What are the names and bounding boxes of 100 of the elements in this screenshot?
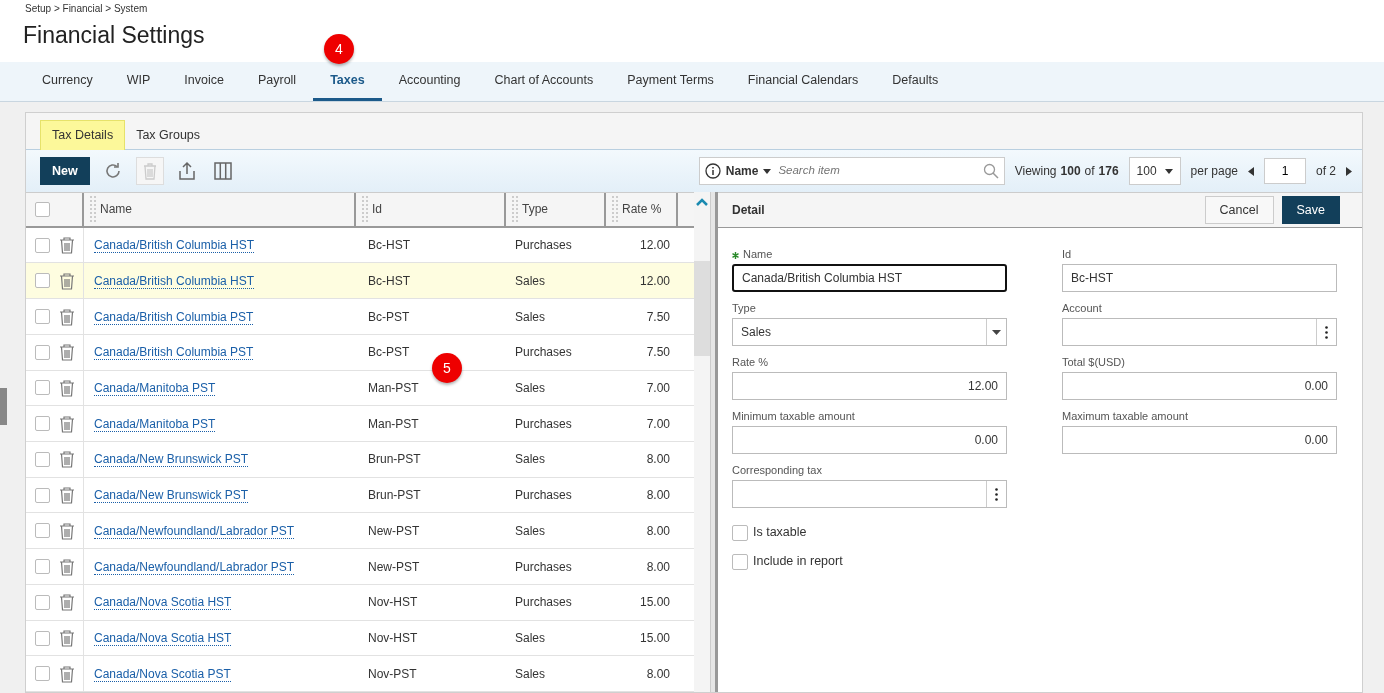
- drag-handle-icon[interactable]: [512, 196, 518, 223]
- drag-handle-icon[interactable]: [612, 196, 618, 223]
- row-checkbox[interactable]: [35, 416, 50, 432]
- page-size-select[interactable]: 100: [1128, 157, 1181, 185]
- name-link[interactable]: Canada/British Columbia HST: [94, 238, 255, 254]
- tab[interactable]: Chart of Accounts: [477, 62, 611, 101]
- name-link[interactable]: Canada/British Columbia HST: [94, 273, 255, 289]
- checkbox[interactable]: [732, 524, 748, 541]
- lookup-field[interactable]: [732, 480, 1007, 508]
- select-field[interactable]: Sales: [732, 318, 1007, 346]
- lookup-field[interactable]: [1062, 318, 1337, 346]
- table-cell-text: Sales: [514, 522, 547, 540]
- row-checkbox[interactable]: [35, 273, 50, 289]
- scroll-up-icon[interactable]: [696, 198, 708, 206]
- search-icon[interactable]: [982, 163, 999, 179]
- name-link[interactable]: Canada/Newfoundland/Labrador PST: [94, 559, 295, 575]
- drag-handle-icon[interactable]: [90, 196, 96, 223]
- field-label: Rate %: [732, 355, 770, 370]
- input-field[interactable]: 12.00: [732, 372, 1007, 400]
- table-cell-text: 8.00: [645, 558, 671, 576]
- name-link[interactable]: Canada/New Brunswick PST: [94, 488, 249, 504]
- tab[interactable]: Defaults: [875, 62, 956, 101]
- row-checkbox[interactable]: [35, 451, 50, 467]
- caret-icon[interactable]: [992, 329, 1001, 335]
- tab[interactable]: Payment Terms: [610, 62, 731, 101]
- delete-icon[interactable]: [59, 307, 75, 326]
- tab[interactable]: Financial Calendars: [730, 62, 876, 101]
- column-header[interactable]: Name: [100, 200, 132, 219]
- delete-icon[interactable]: [59, 378, 75, 397]
- row-checkbox[interactable]: [35, 380, 50, 396]
- table-cell-text: Purchases: [514, 237, 573, 255]
- table-cell-text: Sales: [514, 379, 547, 397]
- input-field[interactable]: Bc-HST: [1062, 264, 1337, 292]
- delete-icon[interactable]: [59, 593, 75, 612]
- input-field[interactable]: 0.00: [732, 426, 1007, 454]
- delete-icon[interactable]: [59, 557, 75, 576]
- new-button[interactable]: New: [40, 157, 90, 185]
- delete-icon[interactable]: [59, 236, 75, 255]
- splitter-handle[interactable]: [710, 192, 718, 692]
- row-checkbox[interactable]: [35, 523, 50, 539]
- cancel-button[interactable]: Cancel: [1204, 196, 1274, 224]
- name-link[interactable]: Canada/Nova Scotia HST: [94, 631, 232, 646]
- tab[interactable]: WIP: [109, 62, 168, 101]
- search-by-dropdown[interactable]: Name: [725, 162, 759, 180]
- search-field[interactable]: Name Search item: [698, 157, 1005, 185]
- column-header[interactable]: Type: [522, 200, 548, 219]
- page-field[interactable]: 1: [1264, 158, 1306, 184]
- tab[interactable]: Tax Groups: [125, 120, 212, 150]
- column-header[interactable]: Id: [372, 200, 382, 219]
- input-field[interactable]: Canada/British Columbia HST: [732, 264, 1007, 292]
- selected-row[interactable]: Canada/British Columbia HST Bc-HST Sales 12.00: [26, 263, 694, 300]
- delete-icon[interactable]: [59, 414, 75, 433]
- input-field[interactable]: 0.00: [1062, 426, 1337, 454]
- name-link[interactable]: Canada/British Columbia PST: [94, 345, 254, 361]
- row-checkbox[interactable]: [35, 666, 50, 682]
- delete-icon[interactable]: [59, 521, 75, 540]
- tab[interactable]: Currency: [25, 62, 110, 101]
- scrollbar-thumb[interactable]: [694, 261, 710, 356]
- delete-icon[interactable]: [59, 486, 75, 505]
- row-checkbox[interactable]: [35, 344, 50, 360]
- tab[interactable]: Payroll: [240, 62, 314, 101]
- tab[interactable]: Tax Details: [40, 120, 126, 150]
- more-icon[interactable]: [995, 487, 998, 501]
- tab[interactable]: Invoice: [167, 62, 241, 101]
- delete-icon[interactable]: [59, 629, 75, 647]
- name-link[interactable]: Canada/Manitoba PST: [94, 416, 216, 432]
- row-checkbox[interactable]: [35, 487, 50, 503]
- column-header[interactable]: Rate %: [622, 200, 662, 219]
- next-page-icon[interactable]: [1346, 166, 1352, 176]
- collapse-handle[interactable]: [0, 388, 7, 425]
- of-label: of: [1084, 163, 1095, 180]
- name-link[interactable]: Canada/Nova Scotia PST: [94, 666, 231, 682]
- save-button[interactable]: Save: [1281, 196, 1340, 224]
- row-checkbox[interactable]: [35, 594, 50, 610]
- info-icon[interactable]: [704, 163, 721, 179]
- field-label: Corresponding tax: [732, 463, 823, 478]
- drag-handle-icon[interactable]: [362, 196, 368, 223]
- name-link[interactable]: Canada/British Columbia PST: [94, 309, 254, 325]
- row-checkbox[interactable]: [35, 559, 50, 575]
- more-icon[interactable]: [1325, 325, 1328, 339]
- name-link[interactable]: Canada/New Brunswick PST: [94, 452, 249, 468]
- delete-icon[interactable]: [59, 664, 75, 683]
- row-checkbox[interactable]: [35, 630, 50, 646]
- name-link[interactable]: Canada/Newfoundland/Labrador PST: [94, 523, 295, 539]
- tab[interactable]: Accounting: [381, 62, 478, 101]
- delete-icon[interactable]: [59, 343, 75, 362]
- input-field[interactable]: 0.00: [1062, 372, 1337, 400]
- row-checkbox[interactable]: [35, 237, 50, 253]
- select-all-checkbox[interactable]: [35, 201, 50, 217]
- name-link[interactable]: Canada/Manitoba PST: [94, 380, 216, 396]
- field-label: Maximum taxable amount: [1062, 409, 1189, 424]
- checkbox[interactable]: [732, 553, 748, 570]
- previous-page-icon[interactable]: [1248, 166, 1254, 176]
- caret-icon[interactable]: [763, 168, 772, 174]
- field-label: Name: [743, 248, 773, 260]
- delete-icon[interactable]: [59, 271, 75, 290]
- row-checkbox[interactable]: [35, 309, 50, 325]
- caret-icon[interactable]: [1164, 168, 1173, 174]
- delete-icon[interactable]: [59, 450, 75, 469]
- name-link[interactable]: Canada/Nova Scotia HST: [94, 595, 232, 611]
